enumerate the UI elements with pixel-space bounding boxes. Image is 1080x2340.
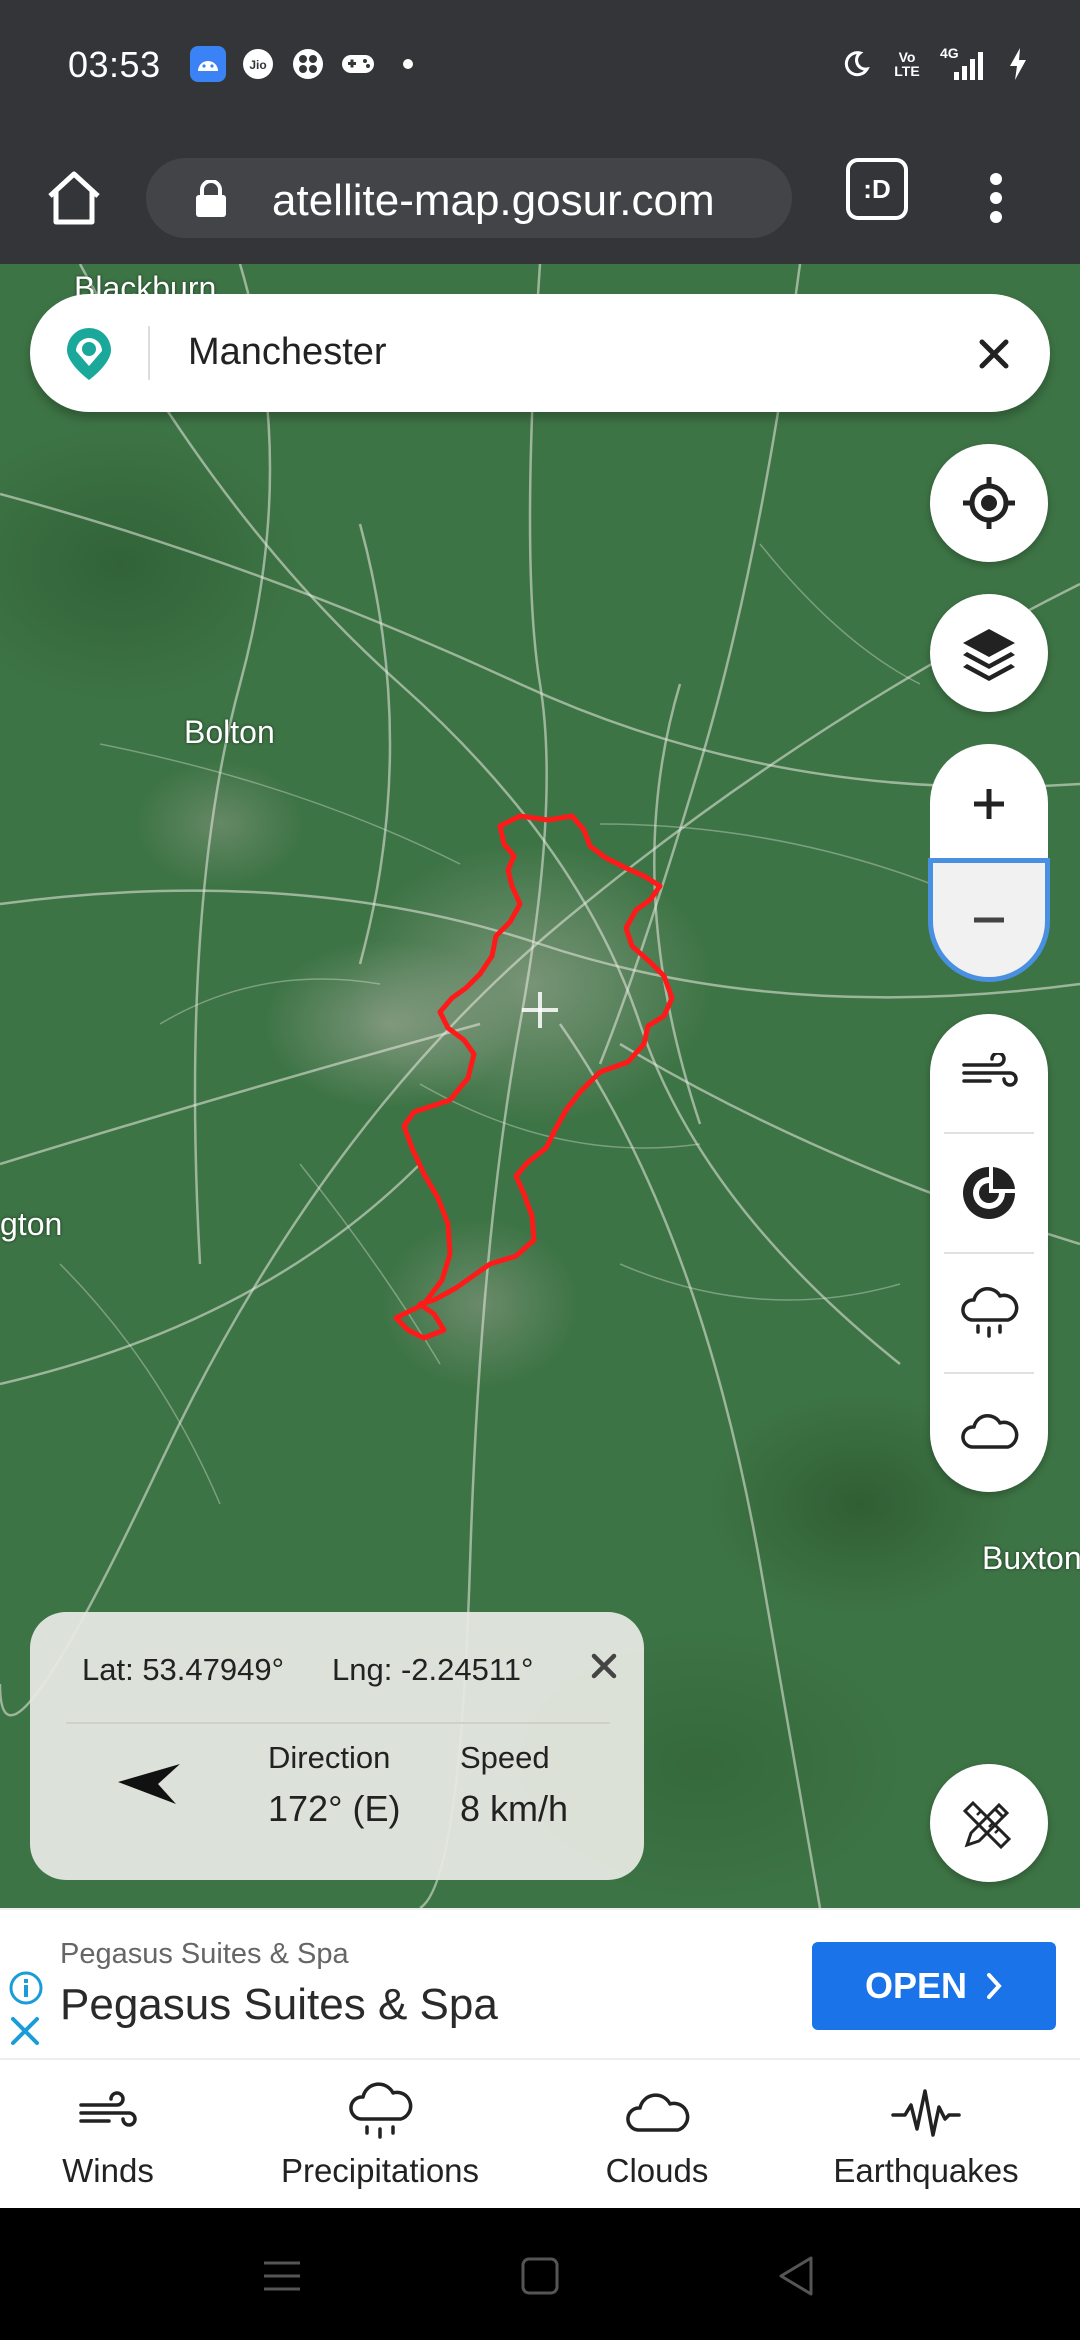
back-triangle-icon bbox=[779, 2256, 813, 2296]
close-info-button[interactable] bbox=[586, 1648, 622, 1684]
bottom-navigation: Winds Precipitations Clouds Earthquakes bbox=[0, 2058, 1080, 2208]
ad-banner[interactable]: Pegasus Suites & Spa Pegasus Suites & Sp… bbox=[0, 1908, 1080, 2058]
moon-icon bbox=[838, 46, 874, 82]
map-label-warrington: gton bbox=[0, 1206, 63, 1242]
city-boundary bbox=[393, 813, 675, 1341]
url-text: atellite-map.gosur.com bbox=[272, 176, 715, 225]
latitude-value: Lat: 53.47949° bbox=[82, 1652, 285, 1687]
system-navigation-bar bbox=[0, 2208, 1080, 2340]
chevron-right-icon bbox=[987, 1973, 1002, 1999]
search-input[interactable] bbox=[188, 324, 948, 380]
map-label-buxton: Buxton bbox=[982, 1540, 1080, 1576]
radar-layer-button[interactable] bbox=[930, 1134, 1048, 1252]
map-label-bolton: Bolton bbox=[184, 714, 275, 750]
zoom-controls bbox=[928, 744, 1050, 984]
signal-icon: 4G bbox=[940, 46, 984, 82]
tab-switcher-button[interactable]: :D bbox=[846, 158, 908, 220]
nav-label-winds: Winds bbox=[62, 2152, 154, 2189]
zoom-out-button[interactable] bbox=[928, 858, 1050, 982]
nav-label-earthquakes: Earthquakes bbox=[833, 2152, 1019, 2189]
lock-icon bbox=[196, 180, 226, 217]
browser-menu-button[interactable] bbox=[972, 160, 1020, 236]
nav-precipitations[interactable]: Precipitations bbox=[270, 2060, 490, 2210]
nav-label-precipitations: Precipitations bbox=[280, 2152, 480, 2189]
wind-layer-button[interactable] bbox=[930, 1014, 1048, 1132]
cloud-layer-button[interactable] bbox=[930, 1374, 1048, 1492]
layers-icon bbox=[963, 629, 1015, 681]
nav-clouds[interactable]: Clouds bbox=[590, 2060, 724, 2210]
direction-label: Direction bbox=[268, 1740, 391, 1775]
radar-icon bbox=[963, 1167, 1015, 1219]
status-bar: 03:53 Jio Vo LTE 4G bbox=[0, 0, 1080, 132]
weather-layer-controls bbox=[930, 1014, 1048, 1492]
close-icon bbox=[979, 339, 1009, 369]
seismograph-icon bbox=[891, 2089, 961, 2137]
location-pin-logo-icon bbox=[67, 328, 111, 380]
rain-cloud-icon bbox=[349, 2082, 413, 2139]
info-divider bbox=[66, 1722, 610, 1724]
nav-earthquakes[interactable]: Earthquakes bbox=[820, 2060, 1032, 2210]
draw-tool-button[interactable] bbox=[930, 1764, 1048, 1882]
ad-open-label: OPEN bbox=[864, 1965, 968, 2006]
clear-search-button[interactable] bbox=[968, 328, 1020, 380]
plus-icon bbox=[974, 789, 1004, 819]
wind-icon bbox=[79, 2091, 137, 2127]
recents-button[interactable] bbox=[252, 2246, 312, 2306]
nav-winds[interactable]: Winds bbox=[40, 2060, 176, 2210]
ad-close-icon[interactable] bbox=[8, 2014, 42, 2048]
svg-text:Jio: Jio bbox=[249, 58, 266, 72]
zoom-in-button[interactable] bbox=[930, 744, 1048, 864]
rain-cloud-icon bbox=[961, 1287, 1019, 1338]
home-button[interactable] bbox=[36, 160, 112, 236]
search-bar bbox=[30, 294, 1050, 412]
game-icon bbox=[290, 46, 326, 82]
longitude-value: Lng: -2.24511° bbox=[332, 1652, 534, 1687]
location-info-panel: Lat: 53.47949° Lng: -2.24511° Direction … bbox=[30, 1612, 644, 1880]
ad-advertiser: Pegasus Suites & Spa bbox=[60, 1938, 349, 1970]
crosshair-icon bbox=[522, 992, 558, 1028]
ad-headline: Pegasus Suites & Spa bbox=[60, 1980, 498, 2029]
my-location-button[interactable] bbox=[930, 444, 1048, 562]
wind-icon bbox=[962, 1053, 1018, 1087]
browser-toolbar: atellite-map.gosur.com :D bbox=[0, 132, 1080, 264]
precipitation-layer-button[interactable] bbox=[930, 1254, 1048, 1372]
back-button[interactable] bbox=[766, 2246, 826, 2306]
ad-info-icon[interactable] bbox=[8, 1970, 44, 2006]
nav-label-clouds: Clouds bbox=[605, 2152, 709, 2189]
map-layers-button[interactable] bbox=[930, 594, 1048, 712]
close-icon bbox=[591, 1653, 617, 1679]
target-location-icon bbox=[963, 477, 1015, 529]
controller-icon bbox=[340, 46, 376, 82]
cloud-icon bbox=[961, 1414, 1019, 1449]
charging-icon bbox=[1000, 46, 1036, 82]
android-notification-icon bbox=[190, 46, 226, 82]
status-time: 03:53 bbox=[68, 44, 161, 85]
status-right-icons: Vo LTE 4G bbox=[838, 46, 1036, 82]
jio-icon: Jio bbox=[240, 46, 276, 82]
volte-badge: Vo LTE bbox=[894, 49, 920, 79]
speed-value: 8 km/h bbox=[460, 1788, 569, 1829]
ad-open-button[interactable]: OPEN bbox=[812, 1942, 1056, 2030]
search-divider bbox=[148, 326, 150, 380]
direction-value: 172° (E) bbox=[268, 1788, 401, 1829]
dot-icon bbox=[390, 46, 426, 82]
wind-direction-arrow-icon bbox=[118, 1764, 180, 1804]
cloud-icon bbox=[626, 2093, 690, 2132]
url-bar[interactable]: atellite-map.gosur.com bbox=[146, 158, 792, 238]
speed-label: Speed bbox=[460, 1740, 550, 1775]
minus-icon bbox=[974, 917, 1004, 923]
square-icon bbox=[521, 2257, 559, 2295]
menu-lines-icon bbox=[264, 2261, 300, 2291]
pencil-ruler-icon bbox=[962, 1800, 1012, 1850]
status-left-icons: Jio bbox=[190, 46, 426, 82]
home-icon bbox=[48, 171, 100, 225]
home-system-button[interactable] bbox=[510, 2246, 570, 2306]
